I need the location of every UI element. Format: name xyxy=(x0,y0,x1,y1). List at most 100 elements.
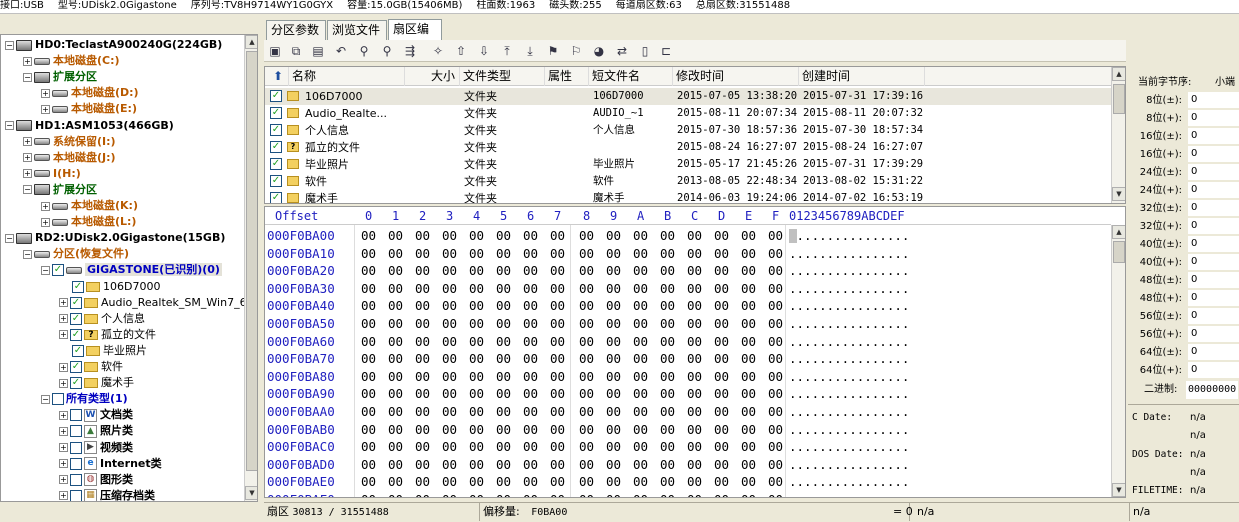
hex-byte[interactable]: 00 xyxy=(469,297,484,315)
tree-checkbox[interactable]: ✓ xyxy=(70,361,82,373)
hex-byte[interactable]: 00 xyxy=(550,473,565,491)
expand-icon[interactable]: + xyxy=(23,169,32,179)
scroll-down-icon[interactable]: ▼ xyxy=(1112,483,1125,497)
hex-byte[interactable]: 00 xyxy=(606,227,621,245)
tree-checkbox[interactable] xyxy=(70,425,82,438)
hex-byte[interactable]: 00 xyxy=(442,315,457,333)
tree-item[interactable]: − RD2:UDisk2.0Gigastone(15GB) xyxy=(5,230,225,246)
expand-icon[interactable]: + xyxy=(59,362,68,372)
hex-byte[interactable]: 00 xyxy=(388,245,403,263)
hex-byte[interactable]: 00 xyxy=(633,456,648,474)
hex-byte[interactable]: 00 xyxy=(415,315,430,333)
ascii-text[interactable]: ................ xyxy=(789,438,909,456)
chart-icon[interactable]: ◕ xyxy=(591,43,607,59)
hex-byte[interactable]: 00 xyxy=(496,333,511,351)
tree-item[interactable]: ✓ 106D7000 xyxy=(59,279,160,295)
file-list-row[interactable]: ✓ 魔术手 文件夹 魔术手 2014-06-03 19:24:06 2014-07-02 … xyxy=(265,190,1111,203)
tree-item[interactable]: ✓ 毕业照片 xyxy=(59,343,147,359)
hex-byte[interactable]: 00 xyxy=(633,333,648,351)
collapse-icon[interactable]: − xyxy=(5,233,14,243)
hex-byte[interactable]: 00 xyxy=(741,385,756,403)
file-list[interactable]: ⬆ 名称 大小 文件类型 属性 短文件名 修改时间 创建时间 ✓ 106D7000… xyxy=(264,66,1126,204)
tree-checkbox[interactable]: ✓ xyxy=(70,328,82,341)
tree-checkbox[interactable]: ✓ xyxy=(52,264,64,277)
tree-item[interactable]: + 系统保留(I:) xyxy=(23,134,116,150)
collapse-icon[interactable]: − xyxy=(23,249,32,259)
hex-byte[interactable]: 00 xyxy=(415,491,430,497)
disk-tree-panel[interactable]: − HD0:TeclastA900240G(224GB) + 本地磁盘(C:) − 扩展分… xyxy=(0,34,258,502)
hex-byte[interactable]: 00 xyxy=(633,491,648,497)
collapse-icon[interactable]: − xyxy=(23,185,32,195)
hex-byte[interactable]: 00 xyxy=(606,385,621,403)
hex-byte[interactable]: 00 xyxy=(741,262,756,280)
hex-byte[interactable]: 00 xyxy=(687,368,702,386)
list-scrollbar[interactable]: ▲ ▼ xyxy=(1111,67,1125,203)
hex-byte[interactable]: 00 xyxy=(550,333,565,351)
hex-byte[interactable]: 00 xyxy=(606,456,621,474)
hex-byte[interactable]: 00 xyxy=(361,245,376,263)
hex-byte[interactable]: 00 xyxy=(388,350,403,368)
hex-byte[interactable]: 00 xyxy=(687,421,702,439)
hex-byte[interactable]: 00 xyxy=(388,315,403,333)
hex-byte[interactable]: 00 xyxy=(714,385,729,403)
folder-open-icon[interactable]: ⊏ xyxy=(658,43,674,59)
hex-byte[interactable]: 00 xyxy=(415,385,430,403)
hex-byte[interactable]: 00 xyxy=(442,438,457,456)
hex-byte[interactable]: 00 xyxy=(714,280,729,298)
hex-byte[interactable]: 00 xyxy=(741,315,756,333)
col-size[interactable]: 大小 xyxy=(405,67,460,86)
hex-byte[interactable]: 00 xyxy=(606,368,621,386)
tree-item[interactable]: + ✓ Audio_Realtek_SM_Win7_6 xyxy=(59,295,247,311)
col-attr[interactable]: 属性 xyxy=(545,67,589,86)
hex-byte[interactable]: 00 xyxy=(523,385,538,403)
paste-icon[interactable]: ▤ xyxy=(310,43,326,59)
hex-byte[interactable]: 00 xyxy=(496,491,511,497)
file-list-row[interactable]: ✓ 毕业照片 文件夹 毕业照片 2015-05-17 21:45:26 2015-07-3… xyxy=(265,156,1111,173)
tree-checkbox[interactable] xyxy=(70,409,82,422)
hex-byte[interactable]: 00 xyxy=(523,438,538,456)
ascii-text[interactable]: ................ xyxy=(789,385,909,403)
file-list-row[interactable]: ✓ Audio_Realte... 文件夹 AUDIO_~1 2015-08-11 20… xyxy=(265,105,1111,122)
expand-icon[interactable]: + xyxy=(59,410,68,420)
row-checkbox[interactable]: ✓ xyxy=(270,107,282,119)
hex-byte[interactable]: 00 xyxy=(442,403,457,421)
expand-icon[interactable]: + xyxy=(23,56,32,66)
hex-byte[interactable]: 00 xyxy=(361,227,376,245)
file-list-row[interactable]: ✓? 孤立的文件 文件夹 2015-08-24 16:27:07 2015-08-24 … xyxy=(265,139,1111,156)
hex-byte[interactable]: 00 xyxy=(523,315,538,333)
save-icon[interactable]: ▣ xyxy=(267,43,283,59)
scroll-up-icon[interactable]: ▲ xyxy=(1112,225,1125,239)
hex-byte[interactable]: 00 xyxy=(388,280,403,298)
expand-icon[interactable]: + xyxy=(41,217,50,227)
tree-item[interactable]: − HD0:TeclastA900240G(224GB) xyxy=(5,37,222,53)
ascii-text[interactable]: ................ xyxy=(789,491,909,497)
hex-byte[interactable]: 00 xyxy=(388,456,403,474)
hex-byte[interactable]: 00 xyxy=(496,368,511,386)
hex-byte[interactable]: 00 xyxy=(442,421,457,439)
hex-byte[interactable]: 00 xyxy=(714,421,729,439)
hex-byte[interactable]: 00 xyxy=(741,297,756,315)
hex-byte[interactable]: 00 xyxy=(415,297,430,315)
expand-icon[interactable]: + xyxy=(59,330,68,340)
hex-byte[interactable]: 00 xyxy=(550,368,565,386)
hex-byte[interactable]: 00 xyxy=(361,315,376,333)
hex-byte[interactable]: 00 xyxy=(361,473,376,491)
hex-byte[interactable]: 00 xyxy=(687,227,702,245)
hex-byte[interactable]: 00 xyxy=(496,227,511,245)
hex-byte[interactable]: 00 xyxy=(606,438,621,456)
hex-byte[interactable]: 00 xyxy=(579,403,594,421)
tree-item[interactable]: − 分区(恢复文件) xyxy=(23,246,129,262)
tree-item[interactable]: + 本地磁盘(J:) xyxy=(23,150,116,166)
hex-byte[interactable]: 00 xyxy=(687,245,702,263)
hex-byte[interactable]: 00 xyxy=(415,456,430,474)
hex-byte[interactable]: 00 xyxy=(633,350,648,368)
hex-byte[interactable]: 00 xyxy=(415,262,430,280)
hex-byte[interactable]: 00 xyxy=(606,297,621,315)
hex-byte[interactable]: 00 xyxy=(469,473,484,491)
hex-byte[interactable]: 00 xyxy=(741,491,756,497)
hex-byte[interactable]: 00 xyxy=(606,403,621,421)
hex-byte[interactable]: 00 xyxy=(388,333,403,351)
hex-byte[interactable]: 00 xyxy=(660,421,675,439)
tab-sector-edit[interactable]: 扇区编辑 xyxy=(388,19,442,54)
hex-byte[interactable]: 00 xyxy=(768,245,783,263)
